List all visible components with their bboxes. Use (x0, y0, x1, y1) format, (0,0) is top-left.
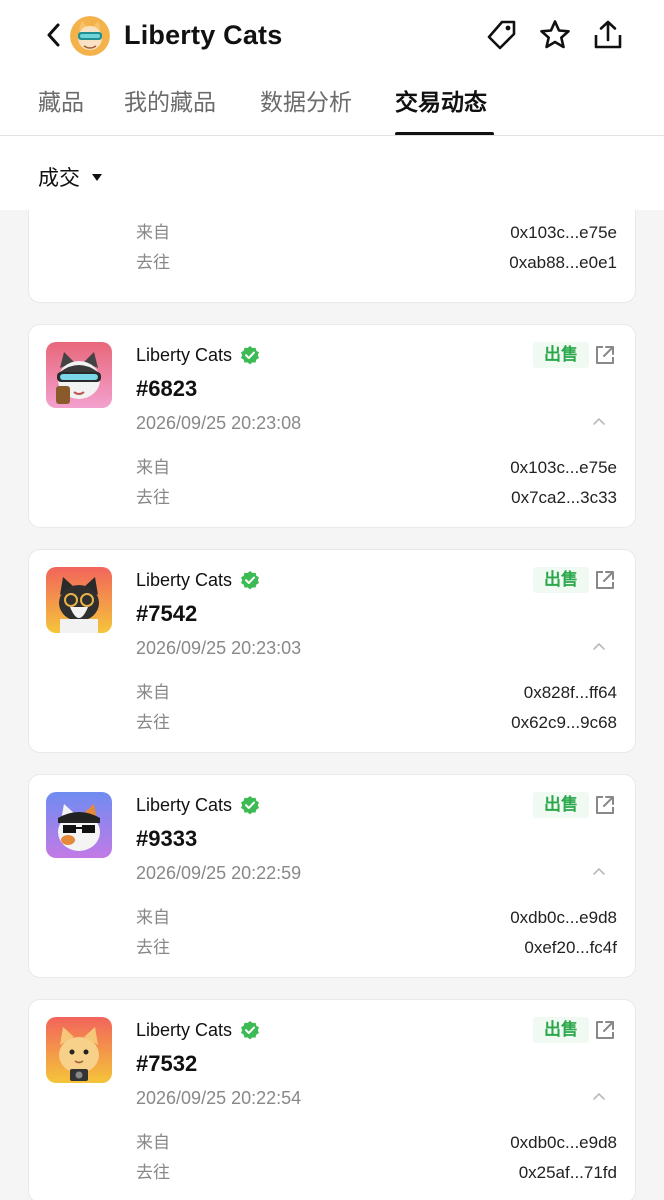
activity-card[interactable]: Liberty Cats #7532 2026/09/25 20:22:54 出… (28, 999, 636, 1200)
from-label: 来自 (136, 1133, 170, 1152)
verified-badge-icon (241, 796, 260, 815)
external-link-icon[interactable] (594, 569, 616, 591)
token-id[interactable]: #6823 (136, 374, 197, 404)
from-label: 来自 (136, 223, 170, 242)
nft-thumbnail[interactable] (46, 1017, 112, 1083)
from-address[interactable]: 0xdb0c...e9d8 (510, 906, 617, 930)
collection-avatar (70, 16, 110, 56)
to-label: 去往 (136, 1163, 170, 1182)
chevron-left-icon (47, 23, 60, 47)
nft-thumbnail[interactable] (46, 567, 112, 633)
token-id[interactable]: #7542 (136, 599, 197, 629)
chevron-up-icon[interactable] (591, 415, 607, 427)
sale-badge: 出售 (533, 567, 589, 593)
verified-badge-icon (241, 1021, 260, 1040)
from-address[interactable]: 0x103c...e75e (510, 456, 617, 480)
to-label: 去往 (136, 713, 170, 732)
sale-badge: 出售 (533, 1017, 589, 1043)
tab-bar: 藏品 我的藏品 数据分析 交易动态 (0, 72, 664, 136)
verified-badge-icon (241, 346, 260, 365)
top-bar: Liberty Cats 藏品 我的藏品 数据分析 交易动态 成交 (0, 0, 664, 210)
collection-name[interactable]: Liberty Cats (136, 343, 260, 367)
star-icon (540, 20, 570, 49)
to-address[interactable]: 0xab88...e0e1 (509, 251, 617, 275)
activity-card[interactable]: Liberty Cats #7542 2026/09/25 20:23:03 出… (28, 549, 636, 753)
activity-card[interactable]: Liberty Cats #6823 2026/09/25 20:23:08 出… (28, 324, 636, 528)
tab-data-analysis[interactable]: 数据分析 (260, 84, 352, 120)
nft-thumbnail[interactable] (46, 792, 112, 858)
verified-badge-icon (241, 571, 260, 590)
tag-icon (487, 20, 516, 50)
sale-badge: 出售 (533, 342, 589, 368)
header: Liberty Cats (0, 0, 664, 72)
from-address[interactable]: 0xdb0c...e9d8 (510, 1131, 617, 1155)
page-title: Liberty Cats (124, 20, 283, 50)
timestamp: 2026/09/25 20:22:59 (136, 863, 302, 883)
tag-button[interactable] (483, 16, 521, 54)
activity-list[interactable]: 来自 0x103c...e75e 去往 0xab88...e0e1 Libert… (0, 210, 664, 1200)
tab-collection[interactable]: 藏品 (38, 84, 84, 120)
timestamp: 2026/09/25 20:22:54 (136, 1088, 302, 1108)
tab-activity[interactable]: 交易动态 (395, 84, 487, 120)
share-button[interactable] (589, 16, 627, 54)
token-id[interactable]: #9333 (136, 824, 197, 854)
filter-dropdown[interactable]: 成交 (38, 160, 102, 194)
from-label: 来自 (136, 458, 170, 477)
token-id[interactable]: #7532 (136, 1049, 197, 1079)
from-address[interactable]: 0x103c...e75e (510, 221, 617, 245)
collection-name[interactable]: Liberty Cats (136, 793, 260, 817)
external-link-icon[interactable] (594, 344, 616, 366)
back-button[interactable] (38, 18, 68, 52)
to-address[interactable]: 0x7ca2...3c33 (511, 486, 617, 510)
divider (0, 135, 664, 136)
collection-name[interactable]: Liberty Cats (136, 568, 260, 592)
to-label: 去往 (136, 488, 170, 507)
activity-card[interactable]: Liberty Cats #9333 2026/09/25 20:22:59 出… (28, 774, 636, 978)
timestamp: 2026/09/25 20:23:03 (136, 638, 302, 658)
tab-my-collection[interactable]: 我的藏品 (124, 84, 216, 120)
share-icon (594, 20, 622, 49)
chevron-up-icon[interactable] (591, 865, 607, 877)
from-address[interactable]: 0x828f...ff64 (524, 681, 617, 705)
to-label: 去往 (136, 253, 170, 272)
favorite-button[interactable] (536, 16, 574, 54)
nft-thumbnail[interactable] (46, 342, 112, 408)
from-label: 来自 (136, 683, 170, 702)
external-link-icon[interactable] (594, 1019, 616, 1041)
from-label: 来自 (136, 908, 170, 927)
to-label: 去往 (136, 938, 170, 957)
external-link-icon[interactable] (594, 794, 616, 816)
filter-label: 成交 (38, 167, 80, 190)
sale-badge: 出售 (533, 792, 589, 818)
activity-card[interactable]: 来自 0x103c...e75e 去往 0xab88...e0e1 (28, 210, 636, 303)
collection-name[interactable]: Liberty Cats (136, 1018, 260, 1042)
to-address[interactable]: 0xef20...fc4f (524, 936, 617, 960)
chevron-up-icon[interactable] (591, 1090, 607, 1102)
to-address[interactable]: 0x25af...71fd (519, 1161, 617, 1185)
to-address[interactable]: 0x62c9...9c68 (511, 711, 617, 735)
timestamp: 2026/09/25 20:23:08 (136, 413, 302, 433)
caret-down-icon (92, 173, 102, 181)
chevron-up-icon[interactable] (591, 640, 607, 652)
